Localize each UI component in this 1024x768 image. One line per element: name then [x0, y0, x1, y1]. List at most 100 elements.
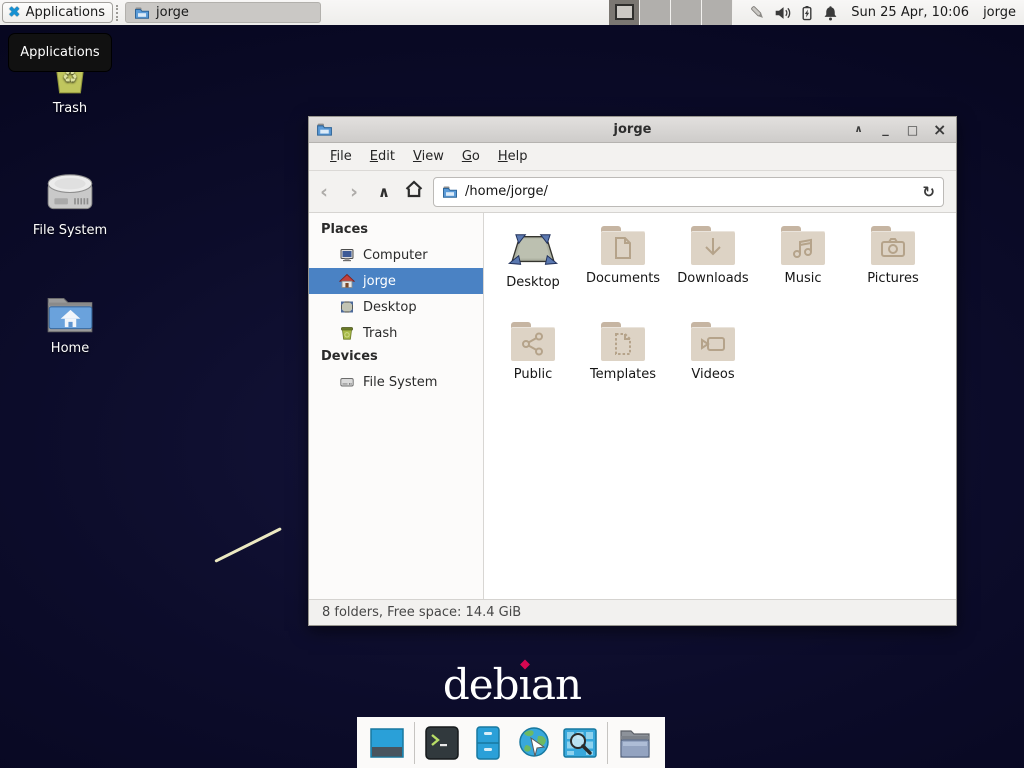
folder-icon — [600, 322, 646, 362]
clock[interactable]: Sun 25 Apr, 10:06 — [851, 5, 969, 20]
desktop-trapezoid-icon — [505, 230, 561, 270]
sidebar-item-label: Trash — [363, 326, 397, 341]
location-bar[interactable]: /home/jorge/ ↻ — [433, 177, 944, 207]
sidebar: Places Computer — [309, 213, 484, 599]
workspace-switcher[interactable] — [609, 0, 733, 25]
terminal-launcher[interactable] — [423, 724, 461, 762]
folder-icon — [600, 226, 646, 266]
applications-menu-label: Applications — [26, 5, 105, 20]
menu-edit[interactable]: Edit — [361, 143, 404, 171]
notifications-bell-icon[interactable] — [822, 4, 839, 22]
sidebar-item-trash[interactable]: Trash — [309, 320, 483, 346]
path-input[interactable]: /home/jorge/ — [465, 184, 922, 199]
file-item-downloads[interactable]: Downloads — [668, 221, 758, 317]
file-cabinet-launcher[interactable] — [469, 724, 507, 762]
up-button[interactable]: ∧ — [369, 183, 399, 201]
sidebar-item-jorge[interactable]: jorge — [309, 268, 483, 294]
sidebar-item-desktop[interactable]: Desktop — [309, 294, 483, 320]
battery-icon[interactable] — [799, 4, 815, 22]
brand-i-with-diamond: ı — [519, 660, 531, 709]
camera-emblem-icon — [880, 237, 906, 259]
file-item-label: Videos — [691, 367, 734, 382]
file-item-pictures[interactable]: Pictures — [848, 221, 938, 317]
tooltip-text: Applications — [20, 45, 99, 60]
web-browser-launcher[interactable] — [515, 724, 553, 762]
maximize-button[interactable]: □ — [906, 117, 919, 143]
folder-launcher[interactable] — [616, 724, 654, 762]
folder-icon — [780, 226, 826, 266]
computer-icon — [339, 247, 355, 263]
dock-separator — [607, 722, 608, 764]
file-item-label: Documents — [586, 271, 660, 286]
file-item-label: Public — [514, 367, 552, 382]
panel-handle[interactable] — [116, 5, 122, 21]
file-item-label: Pictures — [867, 271, 918, 286]
workspace-2[interactable] — [640, 0, 671, 25]
workspace-4[interactable] — [702, 0, 733, 25]
stylus-tool-icon[interactable] — [749, 4, 767, 22]
show-desktop-button[interactable] — [368, 724, 406, 762]
sidebar-item-label: File System — [363, 375, 437, 390]
file-item-desktop[interactable]: Desktop — [488, 221, 578, 317]
dock-separator — [414, 722, 415, 764]
desktop-icon-file-system[interactable]: File System — [15, 168, 125, 238]
window-titlebar[interactable]: jorge ∧ _ □ × — [309, 117, 956, 143]
volume-icon[interactable] — [774, 4, 792, 22]
applications-tooltip: Applications — [8, 33, 112, 72]
workspace-3[interactable] — [671, 0, 702, 25]
taskbar-window-label: jorge — [156, 5, 189, 20]
back-button[interactable]: ‹ — [309, 181, 339, 203]
file-item-videos[interactable]: Videos — [668, 317, 758, 413]
panel-username[interactable]: jorge — [983, 5, 1016, 20]
file-manager-window: jorge ∧ _ □ × File Edit View Go Help ‹ ›… — [308, 116, 957, 626]
folder-icon — [510, 322, 556, 362]
menu-file[interactable]: File — [321, 143, 361, 171]
debian-logo: debıan — [0, 660, 1024, 709]
video-camera-emblem-icon — [700, 333, 726, 355]
file-item-music[interactable]: Music — [758, 221, 848, 317]
menu-help[interactable]: Help — [489, 143, 537, 171]
xfce-logo-icon: ✖ — [8, 5, 21, 20]
sidebar-item-label: Computer — [363, 248, 428, 263]
file-cabinet-icon — [470, 725, 506, 761]
window-controls: ∧ _ □ × — [852, 117, 956, 143]
stray-line-artifact — [214, 527, 282, 563]
minimize-button[interactable]: _ — [879, 117, 892, 143]
sidebar-item-file-system[interactable]: File System — [309, 369, 483, 395]
window-content: Places Computer — [309, 213, 956, 599]
folder-icon — [870, 226, 916, 266]
menu-go[interactable]: Go — [453, 143, 489, 171]
desktop-icon-home[interactable]: Home — [15, 288, 125, 356]
brand-text: an — [531, 660, 581, 709]
workspace-1[interactable] — [609, 0, 640, 25]
top-panel: ✖ Applications jorge — [0, 0, 1024, 25]
application-finder-launcher[interactable] — [561, 724, 599, 762]
forward-button[interactable]: › — [339, 181, 369, 203]
shade-button[interactable]: ∧ — [852, 117, 865, 143]
file-grid: Desktop Documents — [484, 213, 956, 599]
applications-menu-button[interactable]: ✖ Applications — [2, 2, 113, 23]
trash-icon — [339, 325, 355, 341]
desktop-icon-label: Trash — [53, 101, 87, 116]
hard-drive-icon — [339, 374, 355, 390]
desktop-icon-label: File System — [33, 223, 107, 238]
sidebar-item-label: Desktop — [363, 300, 417, 315]
file-item-label: Templates — [590, 367, 656, 382]
places-header: Places — [309, 219, 483, 242]
file-item-public[interactable]: Public — [488, 317, 578, 413]
toolbar: ‹ › ∧ /home/jorge/ ↻ — [309, 171, 956, 213]
close-button[interactable]: × — [933, 117, 946, 143]
share-emblem-icon — [521, 332, 545, 356]
app-finder-icon — [562, 725, 598, 761]
reload-button[interactable]: ↻ — [922, 183, 935, 201]
workspace-window-thumb — [615, 4, 634, 20]
sidebar-item-computer[interactable]: Computer — [309, 242, 483, 268]
taskbar-window-button[interactable]: jorge — [125, 2, 321, 23]
brand-text: deb — [443, 660, 519, 709]
menu-view[interactable]: View — [404, 143, 453, 171]
home-button[interactable] — [399, 179, 429, 204]
file-item-documents[interactable]: Documents — [578, 221, 668, 317]
file-item-templates[interactable]: Templates — [578, 317, 668, 413]
status-text: 8 folders, Free space: 14.4 GiB — [322, 605, 521, 620]
download-arrow-emblem-icon — [702, 236, 724, 260]
